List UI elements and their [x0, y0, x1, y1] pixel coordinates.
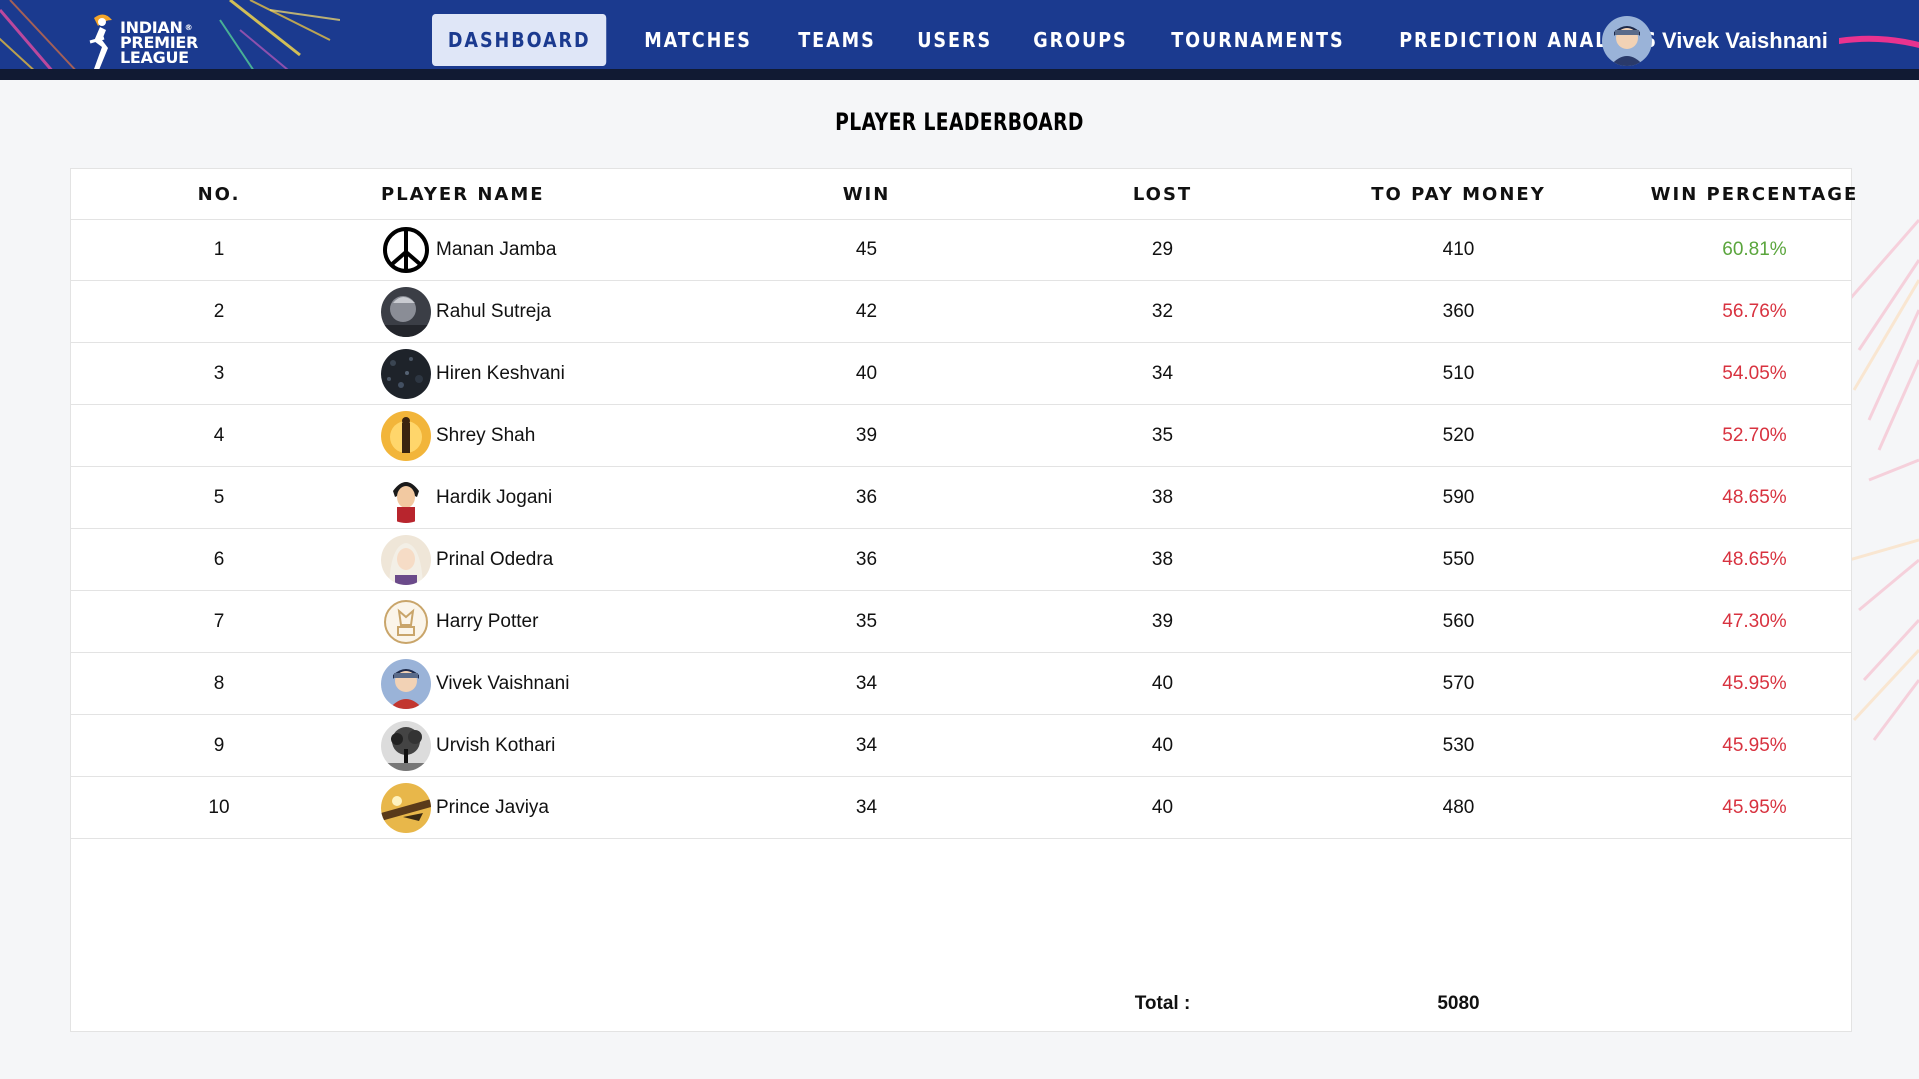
player-name[interactable]: Hiren Keshvani [436, 363, 565, 385]
total-row: Total : 5080 [71, 979, 1851, 1029]
win-percentage: 60.81% [1722, 238, 1787, 260]
total-value: 5080 [1437, 993, 1480, 1014]
player-name[interactable]: Prinal Odedra [436, 549, 553, 571]
user-name[interactable]: Vivek Vaishnani [1662, 28, 1828, 54]
row-number: 9 [213, 734, 225, 756]
row-number: 10 [208, 796, 230, 818]
player-avatar [381, 534, 431, 585]
player-name[interactable]: Prince Javiya [436, 797, 549, 819]
win-percentage: 45.95% [1722, 672, 1787, 694]
row-number: 1 [213, 238, 225, 260]
player-name[interactable]: Shrey Shah [436, 425, 535, 447]
player-name[interactable]: Vivek Vaishnani [436, 673, 569, 695]
player-avatar [381, 472, 431, 523]
ipl-logo-text: INDIAN ® PREMIER LEAGUE [120, 17, 199, 67]
player-name[interactable]: Urvish Kothari [436, 735, 555, 757]
win-percentage: 56.76% [1722, 300, 1787, 322]
player-name[interactable]: Hardik Jogani [436, 487, 552, 509]
player-avatar [381, 782, 431, 833]
win-percentage: 45.95% [1722, 796, 1787, 818]
leaderboard-table: NO. PLAYER NAME WIN LOST TO PAY MONEY WI… [70, 168, 1856, 1032]
row-number: 5 [213, 486, 225, 508]
player-avatar [381, 720, 431, 771]
win-percentage: 52.70% [1722, 424, 1787, 446]
table-row: 5 Hardik Jogani 36 38 590 48.65% [71, 467, 1851, 529]
table-row: 7 Harry Potter 35 39 560 47.30% [71, 591, 1851, 653]
header-win-percentage[interactable]: WIN PERCENTAGE [1477, 169, 1919, 219]
player-avatar [381, 596, 431, 647]
decorative-streak-right [1839, 35, 1919, 48]
nav-tournaments[interactable]: TOURNAMENTS [1158, 14, 1358, 66]
player-avatar [381, 286, 431, 337]
row-number: 4 [213, 424, 225, 446]
main-nav: DASHBOARD MATCHES TEAMS USERS GROUPS TOU… [432, 14, 1711, 66]
user-avatar[interactable] [1602, 16, 1652, 66]
row-number: 3 [213, 362, 225, 384]
batsman-logo-icon [89, 14, 112, 70]
table-row: 9 Urvish Kothari 34 40 530 45.95% [71, 715, 1851, 777]
page-title: PLAYER LEADERBOARD [835, 108, 1084, 136]
table-row: 10 Prince Javiya 34 40 480 45.95% [71, 777, 1851, 839]
nav-users[interactable]: USERS [904, 14, 1005, 66]
navbar-bottom-strip [0, 69, 1919, 80]
player-name[interactable]: Harry Potter [436, 611, 538, 633]
table-row: 4 Shrey Shah 39 35 520 52.70% [71, 405, 1851, 467]
user-menu[interactable]: Vivek Vaishnani [1602, 16, 1828, 66]
row-number: 2 [213, 300, 225, 322]
win-percentage: 45.95% [1722, 734, 1787, 756]
player-avatar [381, 224, 431, 275]
top-navbar: INDIAN ® PREMIER LEAGUE DASHBOARD MATCHES… [0, 0, 1919, 80]
ipl-logo[interactable]: INDIAN ® PREMIER LEAGUE [80, 12, 198, 72]
table-row: 1 Manan Jamba 45 29 410 60.81% [71, 219, 1851, 281]
row-number: 8 [213, 672, 225, 694]
player-avatar [381, 410, 431, 461]
win-percentage: 48.65% [1722, 486, 1787, 508]
nav-dashboard[interactable]: DASHBOARD [432, 14, 607, 66]
win-percentage: 47.30% [1722, 610, 1787, 632]
table-header: NO. PLAYER NAME WIN LOST TO PAY MONEY WI… [71, 169, 1856, 220]
row-number: 6 [213, 548, 225, 570]
win-percentage: 54.05% [1722, 362, 1787, 384]
row-number: 7 [213, 610, 225, 632]
table-row: 6 Prinal Odedra 36 38 550 48.65% [71, 529, 1851, 591]
win-percentage: 48.65% [1722, 548, 1787, 570]
nav-teams[interactable]: TEAMS [785, 14, 889, 66]
player-name[interactable]: Manan Jamba [436, 239, 556, 261]
header-no[interactable]: NO. [71, 169, 367, 219]
table-row: 8 Vivek Vaishnani 34 40 570 45.95% [71, 653, 1851, 715]
nav-groups[interactable]: GROUPS [1020, 14, 1141, 66]
table-row: 3 Hiren Keshvani 40 34 510 54.05% [71, 343, 1851, 405]
nav-matches[interactable]: MATCHES [631, 14, 765, 66]
player-avatar [381, 658, 431, 709]
player-name[interactable]: Rahul Sutreja [436, 301, 551, 323]
table-row: 2 Rahul Sutreja 42 32 360 56.76% [71, 281, 1851, 343]
player-avatar [381, 348, 431, 399]
